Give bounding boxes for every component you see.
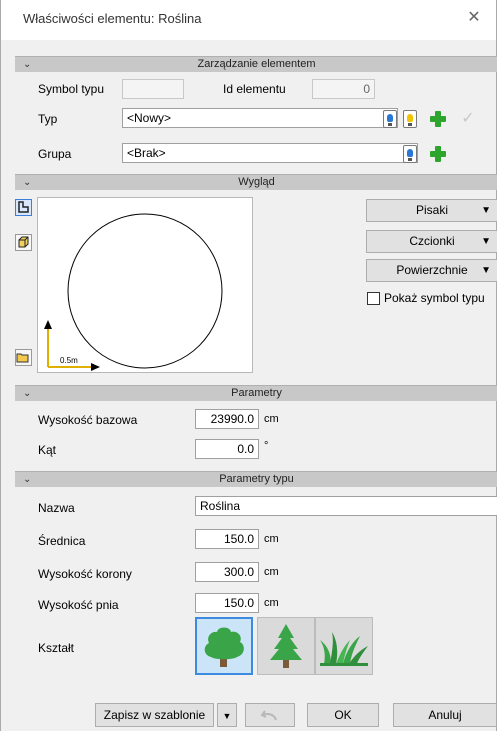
base-height-field[interactable]: 23990.0 bbox=[195, 409, 259, 429]
close-icon[interactable]: ✕ bbox=[464, 8, 484, 28]
caret-down-icon: ▼ bbox=[481, 236, 491, 247]
caret-down-icon: ▼ bbox=[222, 711, 232, 721]
shape-conifer-button[interactable] bbox=[257, 617, 315, 675]
show-type-symbol-label: Pokaż symbol typu bbox=[384, 291, 485, 305]
caret-down-icon: ▼ bbox=[481, 265, 491, 276]
scale-label: 0.5m bbox=[60, 356, 78, 365]
name-label: Nazwa bbox=[38, 501, 75, 515]
angle-unit: ° bbox=[264, 440, 269, 452]
blue-bulb-icon[interactable] bbox=[383, 110, 397, 128]
section-type-parameters-header[interactable]: ⌄ Parametry typu bbox=[15, 471, 497, 487]
deciduous-tree-icon bbox=[204, 627, 244, 667]
undo-button[interactable] bbox=[245, 703, 295, 727]
section-parameters-header[interactable]: ⌄ Parametry bbox=[15, 385, 497, 401]
chevron-down-icon: ⌄ bbox=[23, 474, 32, 485]
conifer-tree-icon bbox=[270, 624, 302, 668]
blue-bulb-icon[interactable] bbox=[403, 145, 417, 163]
add-group-plus-icon[interactable] bbox=[429, 145, 447, 163]
symbol-preview: 0.5m bbox=[37, 197, 253, 373]
folder-open-icon[interactable] bbox=[15, 349, 32, 366]
section-parameters-title: Parametry bbox=[231, 387, 282, 399]
chevron-down-icon: ⌄ bbox=[23, 177, 32, 188]
section-appearance-header[interactable]: ⌄ Wygląd bbox=[15, 174, 497, 190]
fonts-button-label: Czcionki bbox=[409, 234, 455, 248]
caret-down-icon: ▼ bbox=[481, 205, 491, 216]
section-management-title: Zarządzanie elementem bbox=[197, 58, 316, 70]
type-field[interactable]: <Nowy> bbox=[122, 108, 398, 128]
pens-button-label: Pisaki bbox=[415, 203, 448, 217]
name-field[interactable]: Roślina bbox=[195, 496, 497, 516]
preview-canvas: 0.5m bbox=[44, 213, 223, 371]
yellow-bulb-icon[interactable] bbox=[403, 110, 417, 128]
section-type-parameters-title: Parametry typu bbox=[219, 473, 294, 485]
element-id-label: Id elementu bbox=[223, 82, 286, 96]
angle-label: Kąt bbox=[38, 443, 57, 457]
group-label: Grupa bbox=[38, 147, 72, 161]
type-symbol-field bbox=[122, 79, 184, 99]
trunk-height-label: Wysokość pnia bbox=[38, 598, 119, 612]
chevron-down-icon: ⌄ bbox=[23, 59, 32, 70]
crown-height-unit: cm bbox=[264, 566, 279, 578]
crown-height-field[interactable]: 300.0 bbox=[195, 562, 259, 582]
ok-button[interactable]: OK bbox=[307, 703, 379, 727]
type-label: Typ bbox=[38, 112, 58, 126]
element-id-field: 0 bbox=[312, 79, 375, 99]
trunk-height-field[interactable]: 150.0 bbox=[195, 593, 259, 613]
base-height-unit: cm bbox=[264, 413, 279, 425]
undo-icon bbox=[260, 710, 277, 721]
surfaces-button-label: Powierzchnie bbox=[396, 263, 468, 277]
type-symbol-label: Symbol typu bbox=[38, 82, 105, 96]
plan-view-icon[interactable] bbox=[15, 199, 32, 216]
chevron-down-icon: ⌄ bbox=[23, 388, 32, 399]
save-template-dropdown[interactable]: ▼ bbox=[217, 703, 237, 727]
fonts-button[interactable]: Czcionki ▼ bbox=[366, 230, 497, 253]
angle-field[interactable]: 0.0 bbox=[195, 439, 259, 459]
add-type-plus-icon[interactable] bbox=[429, 110, 447, 128]
surfaces-button[interactable]: Powierzchnie ▼ bbox=[366, 259, 497, 282]
title-bar: Właściwości elementu: Roślina ✕ bbox=[1, 0, 496, 40]
pens-button[interactable]: Pisaki ▼ bbox=[366, 199, 497, 222]
diameter-field[interactable]: 150.0 bbox=[195, 529, 259, 549]
3d-view-icon[interactable] bbox=[15, 234, 32, 251]
section-appearance-title: Wygląd bbox=[238, 176, 275, 188]
cancel-button[interactable]: Anuluj bbox=[393, 703, 497, 727]
window-title: Właściwości elementu: Roślina bbox=[23, 11, 202, 26]
properties-dialog: Właściwości elementu: Roślina ✕ ⌄ Zarząd… bbox=[0, 0, 497, 731]
checkmark-icon: ✓ bbox=[461, 110, 475, 127]
grass-icon bbox=[320, 632, 368, 666]
trunk-height-unit: cm bbox=[264, 597, 279, 609]
show-type-symbol-checkbox[interactable] bbox=[367, 292, 380, 305]
crown-height-label: Wysokość korony bbox=[38, 567, 132, 581]
group-field[interactable]: <Brak> bbox=[122, 143, 418, 163]
shape-deciduous-button[interactable] bbox=[195, 617, 253, 675]
base-height-label: Wysokość bazowa bbox=[38, 413, 138, 427]
shape-label: Kształt bbox=[38, 641, 75, 655]
diameter-label: Średnica bbox=[38, 534, 86, 548]
diameter-unit: cm bbox=[264, 533, 279, 545]
shape-grass-button[interactable] bbox=[315, 617, 373, 675]
section-management-header[interactable]: ⌄ Zarządzanie elementem bbox=[15, 56, 497, 72]
save-template-button[interactable]: Zapisz w szablonie bbox=[95, 703, 214, 727]
